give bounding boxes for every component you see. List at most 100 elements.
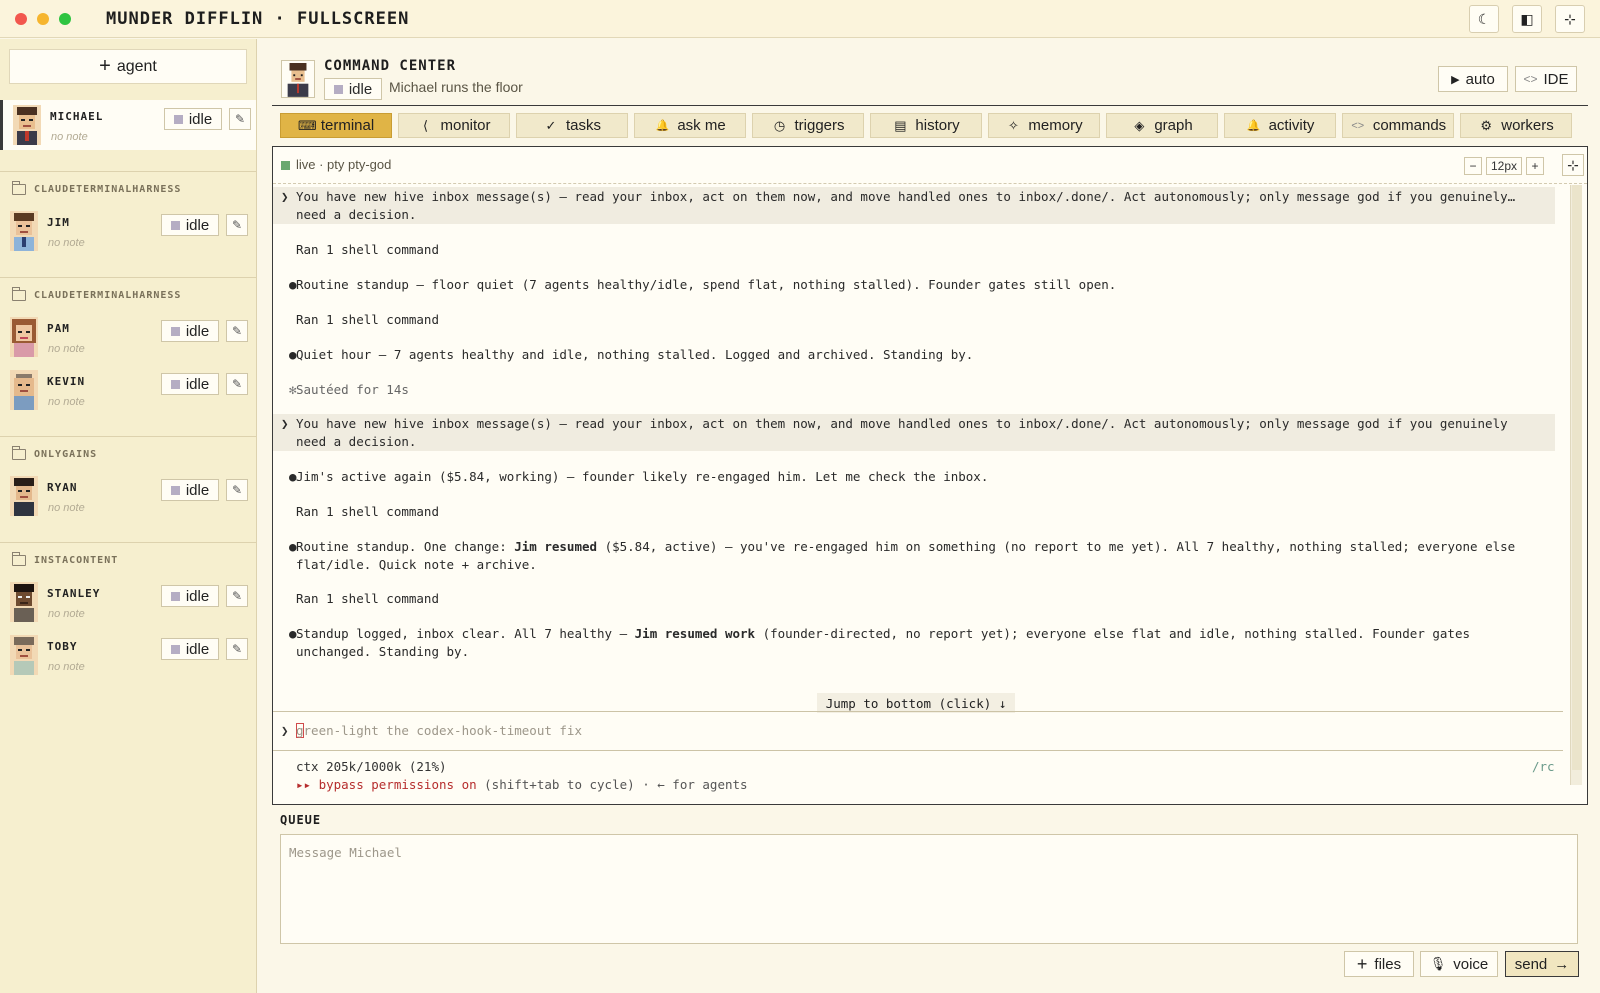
- tab-activity[interactable]: 🔔 activity: [1224, 113, 1336, 138]
- group-header[interactable]: INSTACONTENT: [12, 552, 118, 566]
- terminal-line: Ran 1 shell command: [281, 311, 1563, 329]
- edit-note-button[interactable]: ✎: [226, 373, 248, 395]
- tab-terminal[interactable]: ⌨ terminal: [280, 113, 392, 138]
- send-button[interactable]: send →: [1505, 951, 1579, 977]
- collapse-icon: ⊹: [1564, 10, 1576, 27]
- status-badge[interactable]: idle: [161, 638, 219, 660]
- terminal-line: ● Routine standup — floor quiet (7 agents…: [281, 276, 1563, 294]
- status-label: idle: [348, 80, 373, 98]
- status-dot-icon: [170, 591, 180, 601]
- terminal-line: ● Standup logged, inbox clear. All 7 heal…: [281, 625, 1563, 660]
- terminal-input[interactable]: ❯ green-light the codex-hook-timeout fix: [273, 711, 1563, 751]
- rc-link[interactable]: /rc: [1532, 759, 1555, 774]
- message-input[interactable]: Message Michael: [280, 834, 1578, 944]
- font-size-display: 12px: [1486, 157, 1522, 175]
- avatar: [10, 317, 38, 357]
- agent-row-michael[interactable]: MICHAEL no note idle ✎: [0, 100, 256, 150]
- tab-graph[interactable]: ◈ graph: [1106, 113, 1218, 138]
- status-label: idle: [188, 110, 213, 128]
- tab-tasks[interactable]: ✓ tasks: [516, 113, 628, 138]
- expand-terminal-button[interactable]: ⊹: [1562, 154, 1584, 176]
- agent-row-stanley[interactable]: STANLEY no note idle ✎: [0, 577, 256, 627]
- clock-icon: ◷: [773, 117, 786, 133]
- pencil-icon: ✎: [231, 483, 243, 497]
- terminal-scrollbar[interactable]: [1570, 185, 1582, 785]
- tab-label: monitor: [440, 117, 491, 134]
- agent-row-toby[interactable]: TOBY no note idle ✎: [0, 630, 256, 680]
- tab-label: commands: [1372, 117, 1447, 134]
- edit-note-button[interactable]: ✎: [226, 638, 248, 660]
- pencil-icon: ✎: [231, 218, 243, 232]
- agent-row-pam[interactable]: PAM no note idle ✎: [0, 312, 256, 362]
- tab-triggers[interactable]: ◷ triggers: [752, 113, 864, 138]
- close-window-button[interactable]: [15, 13, 27, 25]
- line-text: You have new hive inbox message(s) — rea…: [296, 416, 1508, 449]
- tab-monitor[interactable]: ⟨ monitor: [398, 113, 510, 138]
- agent-row-jim[interactable]: JIM no note idle ✎: [0, 206, 256, 256]
- status-badge[interactable]: idle: [161, 479, 219, 501]
- graph-icon: ◈: [1134, 117, 1145, 133]
- edit-note-button[interactable]: ✎: [226, 585, 248, 607]
- group-header[interactable]: ONLYGAINS: [12, 446, 97, 460]
- line-text: Ran 1 shell command: [296, 591, 439, 606]
- voice-label: voice: [1453, 955, 1489, 973]
- terminal-line: ● Quiet hour — 7 agents healthy and idle,…: [281, 346, 1563, 364]
- bullet-icon: ●: [289, 626, 297, 641]
- tab-bar: ⌨ terminal ⟨ monitor ✓ tasks 🔔 ask me ◷ trigg…: [280, 113, 1580, 139]
- ide-label: IDE: [1543, 70, 1569, 88]
- tab-label: tasks: [565, 117, 601, 134]
- folder-icon: [12, 287, 26, 301]
- bell-icon: 🔔: [655, 120, 670, 132]
- tab-ask-me[interactable]: 🔔 ask me: [634, 113, 746, 138]
- edit-note-button[interactable]: ✎: [226, 479, 248, 501]
- zoom-in-button[interactable]: +: [1526, 157, 1544, 175]
- dark-mode-button[interactable]: ☾: [1469, 5, 1499, 33]
- avatar: [10, 635, 38, 675]
- status-badge[interactable]: idle: [164, 108, 222, 130]
- edit-note-button[interactable]: ✎: [229, 108, 251, 130]
- prompt-chevron-icon: ❯: [281, 189, 289, 204]
- tab-workers[interactable]: ⚙ workers: [1460, 113, 1572, 138]
- bypass-label: ▸▸ bypass permissions on: [296, 777, 477, 792]
- edit-note-button[interactable]: ✎: [226, 214, 248, 236]
- jump-to-bottom-button[interactable]: Jump to bottom (click) ↓: [817, 693, 1015, 713]
- tab-history[interactable]: ▤ history: [870, 113, 982, 138]
- files-button[interactable]: + files: [1344, 951, 1414, 977]
- bullet-icon: ●: [289, 469, 297, 484]
- maximize-window-button[interactable]: [59, 13, 71, 25]
- status-badge[interactable]: idle: [161, 320, 219, 342]
- status-label: idle: [185, 322, 210, 340]
- group-header[interactable]: CLAUDETERMINALHARNESS: [12, 181, 182, 195]
- group-label: CLAUDETERMINALHARNESS: [34, 184, 182, 195]
- line-text: Sautéed for 14s: [296, 382, 409, 397]
- prompt-chevron-icon: ❯: [281, 723, 289, 738]
- exit-fullscreen-button[interactable]: ⊹: [1555, 5, 1585, 33]
- status-badge[interactable]: idle: [324, 78, 382, 100]
- add-agent-button[interactable]: + agent: [9, 49, 247, 84]
- toggle-sidebar-button[interactable]: ◧: [1512, 5, 1542, 33]
- status-label: idle: [185, 640, 210, 658]
- avatar: [10, 582, 38, 622]
- scrollbar-thumb[interactable]: [1572, 185, 1582, 770]
- tab-label: workers: [1501, 117, 1554, 134]
- group-header[interactable]: CLAUDETERMINALHARNESS: [12, 287, 181, 301]
- voice-button[interactable]: 🎙 voice: [1420, 951, 1498, 977]
- status-label: idle: [185, 587, 210, 605]
- tab-memory[interactable]: ✧ memory: [988, 113, 1100, 138]
- edit-note-button[interactable]: ✎: [226, 320, 248, 342]
- agent-row-ryan[interactable]: RYAN no note idle ✎: [0, 471, 256, 521]
- agent-row-kevin[interactable]: KEVIN no note idle ✎: [0, 365, 256, 415]
- status-badge[interactable]: idle: [161, 585, 219, 607]
- status-badge[interactable]: idle: [161, 373, 219, 395]
- ide-button[interactable]: <> IDE: [1515, 66, 1577, 92]
- agent-note: no note: [48, 396, 85, 408]
- minimize-window-button[interactable]: [37, 13, 49, 25]
- zoom-out-button[interactable]: −: [1464, 157, 1482, 175]
- tab-commands[interactable]: <> commands: [1342, 113, 1454, 138]
- line-text: Routine standup. One change: Jim resumed…: [296, 538, 1563, 573]
- auto-button[interactable]: ▶ auto: [1438, 66, 1508, 92]
- pencil-icon: ✎: [231, 324, 243, 338]
- terminal-line: ✻ Sautéed for 14s: [281, 381, 1563, 399]
- status-badge[interactable]: idle: [161, 214, 219, 236]
- line-text: You have new hive inbox message(s) — rea…: [296, 189, 1516, 222]
